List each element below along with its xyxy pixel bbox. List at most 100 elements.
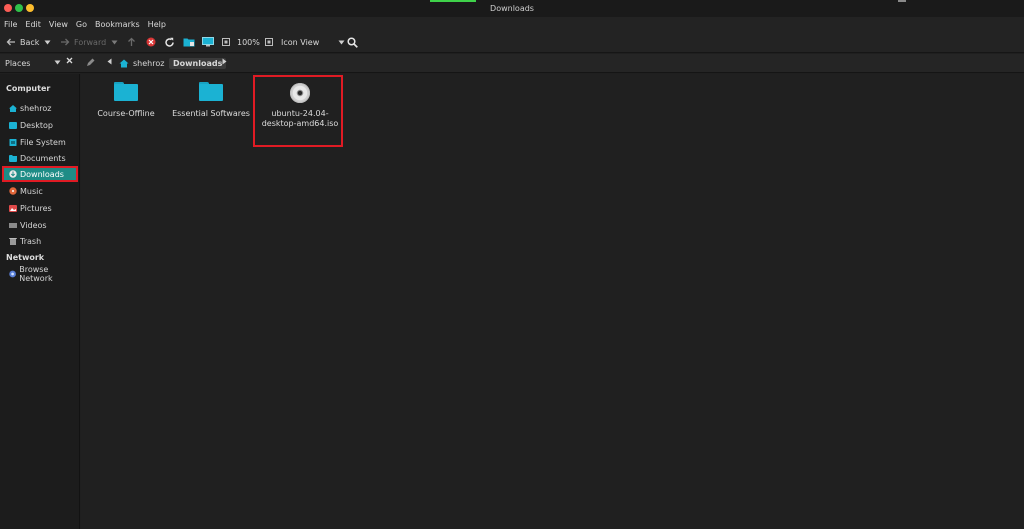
forward-label: Forward — [74, 37, 107, 47]
menu-view[interactable]: View — [49, 20, 68, 29]
file-item-course-offline[interactable]: Course-Offline — [81, 82, 171, 118]
view-mode-select[interactable]: Icon View — [281, 36, 345, 48]
window-title: Downloads — [490, 4, 534, 13]
network-icon — [9, 270, 16, 278]
back-button[interactable]: Back — [6, 36, 39, 48]
sidebar-item-label: Browse Network — [19, 265, 53, 283]
sidebar-item-music[interactable]: Music — [2, 184, 78, 198]
chevron-right-icon — [222, 58, 227, 65]
chevron-down-icon — [44, 40, 51, 44]
chevron-down-icon — [111, 40, 118, 44]
computer-icon — [202, 37, 214, 47]
home-icon — [9, 104, 17, 112]
menu-go[interactable]: Go — [76, 20, 87, 29]
sidebar-item-downloads[interactable]: Downloads — [2, 166, 78, 182]
sidebar-item-label: Music — [20, 186, 43, 196]
sidebar-item-label: Pictures — [20, 203, 52, 213]
location-bar: Places shehroz Downloads — [0, 54, 1024, 73]
sidebar-item-trash[interactable]: Trash — [2, 234, 78, 248]
breadcrumb-scroll-right[interactable] — [222, 58, 227, 67]
menu-bar: File Edit View Go Bookmarks Help — [0, 17, 1024, 31]
trash-icon — [9, 237, 17, 245]
close-icon — [66, 57, 73, 64]
forward-button[interactable]: Forward — [60, 36, 106, 48]
title-bar: Downloads — [0, 0, 1024, 17]
breadcrumb-scroll-left[interactable] — [107, 58, 112, 67]
zoom-in-button[interactable] — [265, 36, 273, 48]
search-icon — [347, 36, 358, 48]
annotation-highlight-box — [253, 75, 343, 147]
up-button[interactable] — [127, 36, 136, 48]
search-button[interactable] — [347, 36, 358, 48]
sidebar-item-label: Documents — [20, 153, 66, 163]
menu-edit[interactable]: Edit — [25, 20, 41, 29]
home-icon — [119, 59, 129, 68]
toggle-location-button[interactable] — [86, 58, 95, 69]
sidebar-mode-select[interactable]: Places — [5, 59, 30, 68]
pictures-icon — [9, 204, 17, 212]
breadcrumb-home[interactable]: shehroz — [119, 58, 164, 69]
computer-button[interactable] — [202, 36, 214, 48]
breadcrumb-current-label: Downloads — [173, 59, 223, 68]
toolbar: Back Forward 100% Icon View — [0, 31, 1024, 53]
folder-home-icon — [183, 38, 195, 47]
desktop-icon — [9, 121, 17, 129]
chevron-left-icon — [107, 58, 112, 65]
arrow-right-icon — [60, 38, 70, 46]
close-sidebar-button[interactable] — [66, 57, 73, 66]
sidebar-item-label: Videos — [20, 220, 47, 230]
sidebar-item-label: shehroz — [20, 103, 52, 113]
sidebar-item-browse-network[interactable]: Browse Network — [2, 265, 78, 283]
new-folder-button[interactable] — [183, 36, 195, 48]
sidebar-item-home[interactable]: shehroz — [2, 101, 78, 115]
chevron-down-icon — [338, 40, 345, 44]
sidebar-item-pictures[interactable]: Pictures — [2, 201, 78, 215]
folder-icon — [114, 82, 138, 101]
places-sidebar: Computer shehroz Desktop File System Doc… — [0, 74, 80, 529]
back-history-dropdown[interactable] — [44, 36, 51, 48]
breadcrumb-current[interactable]: Downloads — [169, 58, 227, 69]
sidebar-item-filesystem[interactable]: File System — [2, 135, 78, 149]
breadcrumb-home-label: shehroz — [133, 59, 165, 68]
zoom-icon — [265, 38, 273, 46]
music-icon — [9, 187, 17, 195]
menu-help[interactable]: Help — [148, 20, 166, 29]
drive-icon — [9, 138, 17, 146]
download-icon — [9, 170, 17, 178]
zoom-level[interactable]: 100% — [237, 36, 260, 48]
videos-icon — [9, 222, 17, 228]
sidebar-mode-dropdown[interactable] — [54, 58, 61, 67]
file-view[interactable]: Course-Offline Essential Softwares ubunt… — [81, 74, 1024, 529]
sidebar-item-label: Desktop — [20, 120, 53, 130]
menu-bookmarks[interactable]: Bookmarks — [95, 20, 140, 29]
sidebar-item-videos[interactable]: Videos — [2, 218, 78, 232]
documents-icon — [9, 154, 17, 162]
arrow-left-icon — [6, 38, 16, 46]
title-bar-indicator-2 — [898, 0, 906, 2]
zoom-icon — [222, 38, 230, 46]
file-item-label: Essential Softwares — [172, 109, 250, 118]
menu-file[interactable]: File — [4, 20, 17, 29]
reload-button[interactable] — [164, 36, 175, 48]
sidebar-section-computer: Computer — [6, 84, 51, 93]
folder-icon — [199, 82, 223, 101]
file-item-label: Course-Offline — [97, 109, 155, 118]
sidebar-item-label: Trash — [20, 236, 42, 246]
reload-icon — [165, 37, 174, 47]
view-mode-label: Icon View — [281, 37, 320, 47]
arrow-up-icon — [128, 37, 135, 46]
sidebar-item-label: Downloads — [20, 169, 64, 179]
title-bar-indicator — [430, 0, 476, 2]
stop-button[interactable] — [146, 36, 156, 48]
sidebar-section-network: Network — [6, 253, 45, 262]
forward-history-dropdown[interactable] — [111, 36, 118, 48]
sidebar-item-documents[interactable]: Documents — [2, 151, 78, 165]
stop-icon — [146, 37, 156, 47]
back-label: Back — [20, 37, 40, 47]
sidebar-item-desktop[interactable]: Desktop — [2, 118, 78, 132]
pencil-icon — [87, 58, 95, 66]
zoom-out-button[interactable] — [222, 36, 230, 48]
file-item-essential-softwares[interactable]: Essential Softwares — [166, 82, 256, 118]
chevron-down-icon — [54, 60, 61, 65]
sidebar-item-label: File System — [20, 137, 66, 147]
